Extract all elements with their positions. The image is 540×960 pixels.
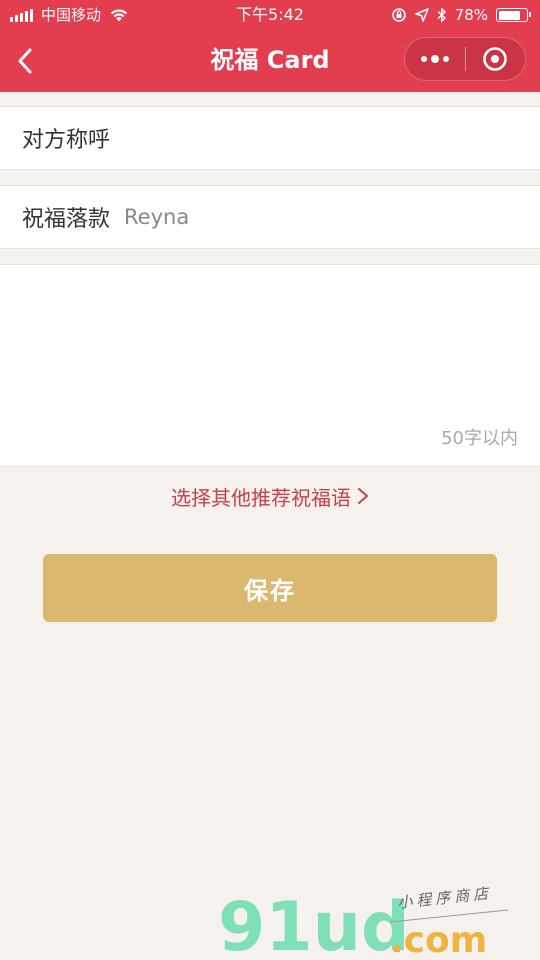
chevron-left-icon — [18, 48, 32, 74]
recipient-label: 对方称呼 — [22, 128, 111, 153]
watermark-logo-text: 91ud — [218, 888, 410, 960]
more-menu-button[interactable] — [405, 38, 465, 80]
message-box: 50字以内 — [0, 264, 540, 467]
char-limit-hint: 50字以内 — [441, 428, 518, 449]
status-bar: 中国移动 下午5:42 78% — [0, 0, 540, 30]
status-right: 78% — [391, 0, 531, 30]
sender-row: 祝福落款 — [0, 185, 540, 249]
message-textarea[interactable] — [0, 265, 540, 415]
sender-label: 祝福落款 — [22, 207, 111, 232]
chevron-right-icon — [358, 488, 368, 504]
more-dots-icon — [420, 55, 449, 63]
close-miniprogram-button[interactable] — [466, 38, 526, 80]
more-greetings-label: 选择其他推荐祝福语 — [171, 485, 351, 510]
watermark-tagline: 小程序商店 — [397, 884, 493, 912]
back-button[interactable] — [10, 44, 40, 78]
watermark-logo: 91ud .com 小程序商店 — [218, 884, 509, 960]
location-arrow-icon — [414, 8, 429, 22]
save-button[interactable]: 保存 — [43, 554, 497, 622]
recipient-input[interactable] — [124, 118, 540, 158]
sender-input[interactable] — [124, 197, 540, 237]
header: 中国移动 下午5:42 78% 祝福 Card — [0, 0, 540, 92]
nav-bar: 祝福 Card — [0, 30, 540, 92]
bluetooth-icon — [437, 7, 446, 23]
more-greetings-link[interactable]: 选择其他推荐祝福语 — [0, 478, 540, 514]
recipient-row: 对方称呼 — [0, 106, 540, 170]
watermark-domain: .com — [390, 920, 487, 960]
battery-level — [498, 10, 520, 20]
target-circle-icon — [483, 47, 508, 71]
battery-icon — [496, 8, 531, 22]
rotation-lock-icon — [391, 8, 406, 22]
battery-percent: 78% — [454, 6, 488, 24]
miniprogram-capsule — [404, 37, 526, 81]
